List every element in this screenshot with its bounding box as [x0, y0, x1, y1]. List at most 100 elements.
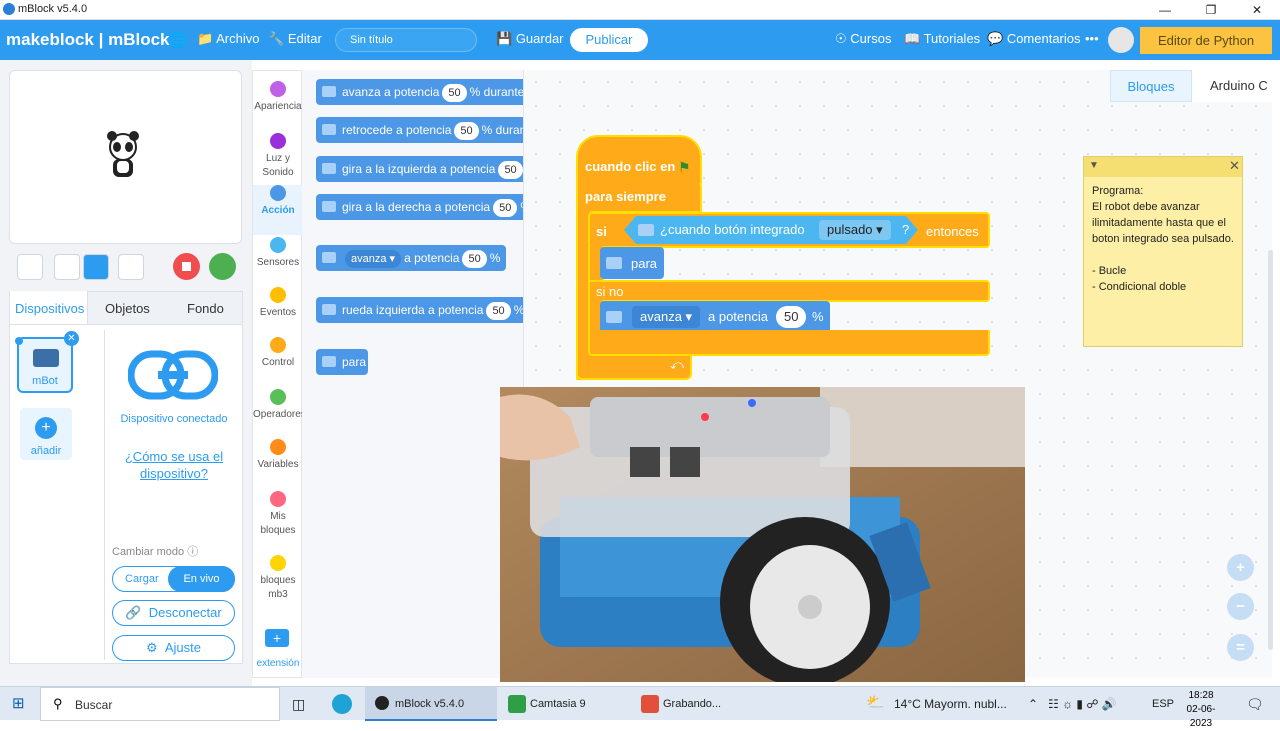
go-flag-icon[interactable] — [209, 253, 236, 280]
edge-browser-icon[interactable] — [332, 694, 352, 714]
palette-block-para[interactable]: para — [316, 349, 368, 375]
forever-block[interactable]: para siempre — [576, 183, 702, 213]
zoom-reset-icon[interactable]: = — [1227, 634, 1254, 661]
category-item[interactable]: Eventos — [253, 287, 303, 320]
small-stage-icon[interactable] — [54, 254, 80, 280]
more-menu-icon[interactable]: ••• — [1085, 31, 1099, 46]
how-to-link[interactable]: ¿Cómo se usa el dispositivo? — [118, 448, 230, 482]
maximize-button[interactable]: ❐ — [1188, 0, 1234, 20]
direction-dropdown[interactable]: avanza ▾ — [632, 306, 701, 328]
taskbar-app-camtasia[interactable]: Camtasia 9 — [500, 687, 630, 721]
palette-block-avanza-potencia[interactable]: avanza ▾ a potencia 50% — [316, 245, 506, 271]
stage-canvas[interactable] — [9, 70, 242, 244]
category-label: Sensores — [256, 257, 300, 268]
grid-view-icon[interactable] — [118, 254, 144, 280]
weather-icon[interactable]: ⛅ — [866, 693, 888, 713]
minimize-button[interactable]: — — [1142, 0, 1188, 20]
category-item[interactable]: Luz y Sonido — [253, 133, 303, 180]
publicar-button[interactable]: Publicar — [570, 28, 648, 52]
tab-objetos[interactable]: Objetos — [105, 301, 150, 316]
category-item[interactable]: Apariencia — [253, 81, 303, 114]
taskbar-app-mblock[interactable]: mBlock v5.4.0 — [365, 687, 497, 721]
menu-cursos[interactable]: ☉ Cursos — [835, 31, 891, 47]
mblock-app-icon — [375, 696, 389, 710]
language-indicator[interactable]: ESP — [1152, 687, 1174, 721]
settings-button[interactable]: ⚙ Ajuste — [112, 635, 235, 661]
task-view-icon[interactable]: ◫ — [292, 687, 305, 721]
project-title-input[interactable]: Sin título — [335, 28, 477, 52]
condition-block[interactable]: ¿cuando botón integrado pulsado ▾ ? — [624, 216, 918, 244]
category-item[interactable]: Operadores — [253, 389, 306, 422]
remove-device-icon[interactable]: ✕ — [64, 331, 79, 346]
clock[interactable]: 18:28 02-06-2023 — [1178, 689, 1224, 731]
category-item[interactable]: bloques mb3 — [253, 555, 303, 602]
plus-icon: + — [35, 417, 57, 439]
comment-note[interactable]: ▼ ✕ Programa: El robot debe avanzar ilim… — [1083, 156, 1243, 347]
weather-text[interactable]: 14°C Mayorm. nubl... — [894, 687, 1007, 721]
note-text[interactable]: Programa: El robot debe avanzar ilimitad… — [1084, 177, 1242, 295]
close-note-icon[interactable]: ✕ — [1229, 158, 1240, 174]
disconnect-button[interactable]: 🔗 Desconectar — [112, 600, 235, 626]
menu-editar[interactable]: 🔧 Editar — [268, 31, 322, 47]
device-name: mBot — [32, 375, 58, 387]
tab-bloques[interactable]: Bloques — [1110, 70, 1192, 102]
guardar-button[interactable]: 💾 Guardar — [496, 31, 564, 47]
workspace-scrollbar[interactable] — [1268, 250, 1273, 650]
taskbar-search[interactable]: ⚲ Buscar — [40, 687, 280, 721]
category-dot-icon — [270, 389, 286, 405]
gear-icon: ⚙ — [145, 640, 158, 655]
tab-arduino-c[interactable]: Arduino C — [1192, 70, 1272, 102]
book-icon: 📖 — [904, 31, 921, 46]
stop-icon[interactable] — [173, 253, 200, 280]
button-state-dropdown[interactable]: pulsado ▾ — [819, 220, 891, 240]
fullscreen-icon[interactable] — [17, 254, 43, 280]
globe-icon[interactable]: 🌐 — [168, 31, 187, 49]
mode-envivo-button[interactable]: En vivo — [168, 566, 235, 592]
category-dot-icon — [270, 81, 286, 97]
palette-block-gira-derecha[interactable]: gira a la derecha a potencia50% — [316, 194, 523, 220]
user-avatar[interactable] — [1108, 27, 1134, 53]
extension-icon[interactable]: + — [265, 629, 289, 647]
device-mbot-card[interactable]: mBot — [15, 337, 73, 393]
extension-label[interactable]: extensión — [253, 657, 303, 671]
tab-dispositivos[interactable]: Dispositivos — [15, 301, 84, 316]
mode-label: Cambiar modo ⓘ — [112, 546, 199, 558]
menu-tutoriales[interactable]: 📖 Tutoriales — [904, 31, 980, 47]
palette-block-retrocede[interactable]: retrocede a potencia50% durant — [316, 117, 523, 143]
category-label: Eventos — [259, 307, 297, 318]
category-dot-icon — [270, 555, 286, 571]
palette-block-rueda-izquierda[interactable]: rueda izquierda a potencia50%, — [316, 297, 523, 323]
category-item[interactable]: Mis bloques — [253, 491, 303, 538]
close-window-button[interactable]: ✕ — [1234, 0, 1280, 20]
python-editor-button[interactable]: Editor de Python — [1140, 27, 1272, 54]
palette-block-gira-izquierda[interactable]: gira a la izquierda a potencia50% — [316, 156, 523, 182]
stop-block[interactable]: para — [600, 247, 664, 279]
window-titlebar: mBlock v5.4.0 — ❐ ✕ — [0, 0, 1280, 20]
palette-block-avanza-durante[interactable]: avanza a potencia 50% durante — [316, 79, 523, 105]
category-item[interactable]: Control — [253, 337, 303, 370]
notifications-icon[interactable]: 🗨 — [1246, 687, 1264, 721]
zoom-out-icon[interactable]: − — [1227, 593, 1254, 620]
move-block[interactable]: avanza ▾ a potencia 50 % — [600, 301, 830, 333]
note-header[interactable]: ▼ ✕ — [1084, 157, 1242, 177]
zoom-in-icon[interactable]: + — [1227, 554, 1254, 581]
power-input[interactable]: 50 — [776, 306, 807, 328]
windows-start-icon[interactable]: ⊞ — [12, 687, 25, 721]
menu-comentarios[interactable]: 💬 Comentarios — [987, 31, 1081, 47]
panda-sprite — [107, 131, 139, 177]
add-device-button[interactable]: + añadir — [20, 408, 72, 460]
normal-stage-icon[interactable] — [83, 254, 109, 280]
category-item[interactable]: Variables — [253, 439, 303, 472]
category-item[interactable]: Acción — [253, 185, 303, 218]
tray-icons[interactable]: ☷ ☼ ▮ ☍ 🔊 — [1048, 687, 1117, 721]
menu-archivo[interactable]: 📁 Archivo — [197, 31, 259, 47]
forever-foot: ⤺ — [576, 355, 692, 380]
help-icon[interactable]: ⓘ — [187, 546, 198, 558]
workspace-tabs: Bloques Arduino C — [1110, 70, 1272, 102]
tray-chevron-icon[interactable]: ⌃ — [1028, 687, 1038, 721]
taskbar-app-recording[interactable]: Grabando... — [633, 687, 763, 721]
tab-fondo[interactable]: Fondo — [187, 301, 224, 316]
collapse-icon[interactable]: ▼ — [1089, 160, 1099, 171]
hat-block-when-flag[interactable]: cuando clic en ⚑ — [576, 135, 702, 187]
category-item[interactable]: Sensores — [253, 237, 303, 270]
